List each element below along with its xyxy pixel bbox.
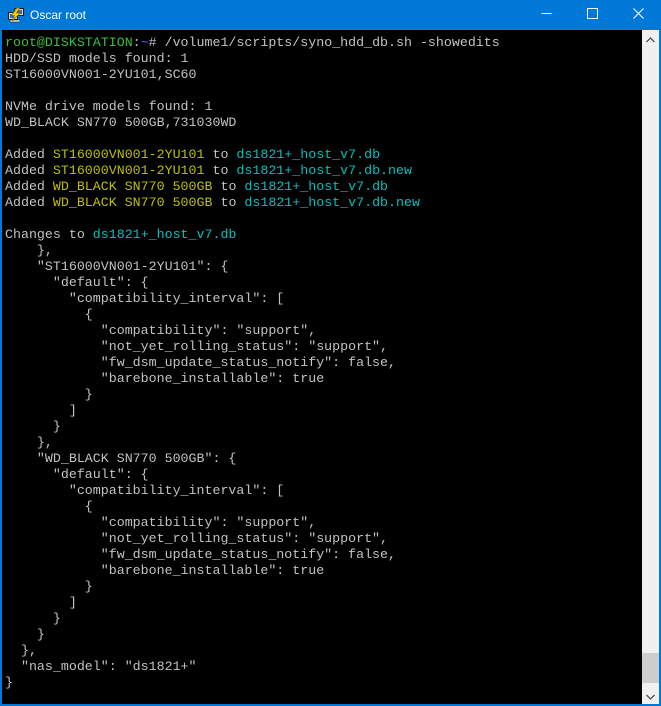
- terminal-line: ST16000VN001-2YU101,SC60: [5, 67, 642, 83]
- terminal-line: },: [5, 435, 642, 451]
- chevron-up-icon: [646, 30, 655, 48]
- scrollbar[interactable]: [642, 30, 659, 704]
- terminal-line: {: [5, 499, 642, 515]
- terminal-line: },: [5, 643, 642, 659]
- terminal-line: [5, 211, 642, 227]
- terminal-line: WD_BLACK SN770 500GB,731030WD: [5, 115, 642, 131]
- terminal-line: Added ST16000VN001-2YU101 to ds1821+_hos…: [5, 163, 642, 179]
- terminal-line: }: [5, 579, 642, 595]
- scroll-up-button[interactable]: [642, 30, 659, 47]
- terminal-line: ]: [5, 403, 642, 419]
- terminal-line: "barebone_installable": true: [5, 563, 642, 579]
- putty-icon: [8, 7, 24, 23]
- terminal-line: }: [5, 611, 642, 627]
- scrollbar-track[interactable]: [642, 47, 659, 687]
- titlebar[interactable]: Oscar root: [0, 0, 661, 30]
- terminal-line: "fw_dsm_update_status_notify": false,: [5, 355, 642, 371]
- terminal-line: }: [5, 419, 642, 435]
- window-controls: [523, 0, 661, 30]
- terminal-line: Changes to ds1821+_host_v7.db: [5, 227, 642, 243]
- terminal-line: "WD_BLACK SN770 500GB": {: [5, 451, 642, 467]
- scrollbar-thumb[interactable]: [642, 653, 659, 683]
- terminal-line: "ST16000VN001-2YU101": {: [5, 259, 642, 275]
- terminal-line: Added WD_BLACK SN770 500GB to ds1821+_ho…: [5, 195, 642, 211]
- chevron-down-icon: [646, 687, 655, 705]
- putty-window: Oscar root ro: [0, 0, 661, 706]
- scroll-down-button[interactable]: [642, 687, 659, 704]
- close-button[interactable]: [615, 0, 661, 30]
- terminal-line: "not_yet_rolling_status": "support",: [5, 339, 642, 355]
- window-body: root@DISKSTATION:~# /volume1/scripts/syn…: [0, 30, 661, 706]
- terminal-line: "compatibility": "support",: [5, 323, 642, 339]
- terminal-line: HDD/SSD models found: 1: [5, 51, 642, 67]
- terminal-line: "default": {: [5, 275, 642, 291]
- maximize-button[interactable]: [569, 0, 615, 30]
- terminal-line: root@DISKSTATION:~# /volume1/scripts/syn…: [5, 35, 642, 51]
- minimize-icon: [541, 6, 552, 24]
- terminal-line: "fw_dsm_update_status_notify": false,: [5, 547, 642, 563]
- terminal-output[interactable]: root@DISKSTATION:~# /volume1/scripts/syn…: [2, 30, 642, 704]
- terminal-line: ]: [5, 595, 642, 611]
- terminal-line: "barebone_installable": true: [5, 371, 642, 387]
- terminal-line: "compatibility": "support",: [5, 515, 642, 531]
- terminal-line: {: [5, 307, 642, 323]
- terminal-line: "not_yet_rolling_status": "support",: [5, 531, 642, 547]
- window-title: Oscar root: [30, 8, 523, 22]
- terminal-line: "nas_model": "ds1821+": [5, 659, 642, 675]
- terminal-line: "default": {: [5, 467, 642, 483]
- terminal-line: "compatibility_interval": [: [5, 291, 642, 307]
- terminal-line: Added ST16000VN001-2YU101 to ds1821+_hos…: [5, 147, 642, 163]
- terminal-line: }: [5, 675, 642, 691]
- close-icon: [633, 6, 644, 24]
- terminal-line: "compatibility_interval": [: [5, 483, 642, 499]
- terminal-line: [5, 131, 642, 147]
- terminal-line: }: [5, 387, 642, 403]
- terminal-line: NVMe drive models found: 1: [5, 99, 642, 115]
- terminal-line: },: [5, 243, 642, 259]
- maximize-icon: [587, 6, 598, 24]
- minimize-button[interactable]: [523, 0, 569, 30]
- terminal-line: Added WD_BLACK SN770 500GB to ds1821+_ho…: [5, 179, 642, 195]
- terminal-line: [5, 83, 642, 99]
- terminal-line: }: [5, 627, 642, 643]
